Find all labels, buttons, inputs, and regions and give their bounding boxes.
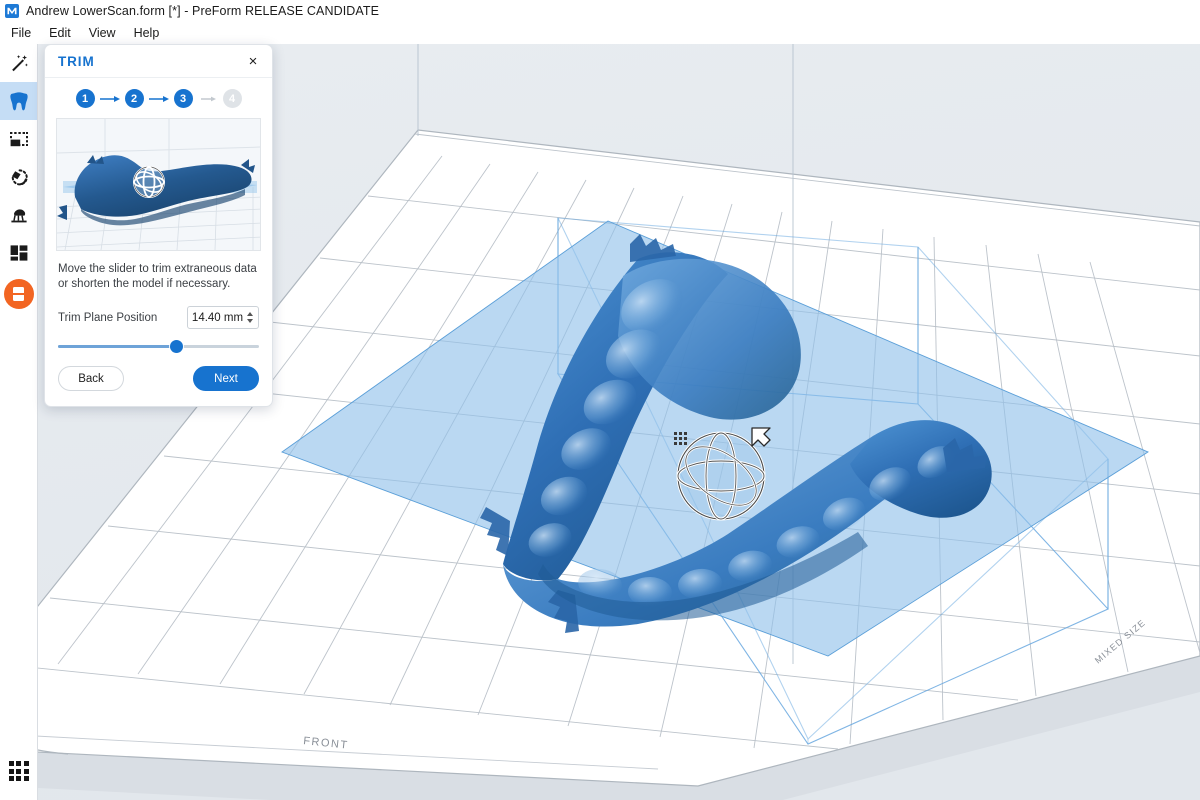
slider-knob[interactable] bbox=[170, 340, 183, 353]
step-3[interactable]: 3 bbox=[174, 89, 193, 108]
step-2[interactable]: 2 bbox=[125, 89, 144, 108]
preform-window: Andrew LowerScan.form [*] - PreForm RELE… bbox=[0, 0, 1200, 800]
menu-file[interactable]: File bbox=[2, 24, 40, 42]
step-indicator: 1 2 3 4 bbox=[45, 78, 272, 116]
layout-grid-icon[interactable] bbox=[0, 234, 37, 272]
menu-bar: File Edit View Help bbox=[0, 22, 1200, 44]
trim-plane-position-stepper[interactable]: 14.40 mm bbox=[187, 306, 259, 329]
trim-plane-position-label: Trim Plane Position bbox=[58, 312, 187, 324]
close-icon[interactable]: × bbox=[244, 52, 262, 70]
menu-help[interactable]: Help bbox=[125, 24, 169, 42]
step-1[interactable]: 1 bbox=[76, 89, 95, 108]
step-4[interactable]: 4 bbox=[223, 89, 242, 108]
panel-actions: Back Next bbox=[45, 349, 272, 406]
trim-plane-slider[interactable] bbox=[45, 329, 272, 349]
trim-panel-header: TRIM × bbox=[45, 45, 272, 78]
printer-glyph bbox=[13, 287, 24, 301]
stepper-down-icon[interactable] bbox=[247, 319, 253, 323]
window-title: Andrew LowerScan.form [*] - PreForm RELE… bbox=[26, 4, 379, 18]
menu-edit[interactable]: Edit bbox=[40, 24, 80, 42]
trim-preview-thumbnail bbox=[56, 118, 261, 251]
step-arrow-2 bbox=[144, 95, 174, 103]
supports-icon[interactable] bbox=[0, 196, 37, 234]
app-grid-icon[interactable] bbox=[0, 752, 37, 790]
tooth-icon[interactable] bbox=[0, 82, 37, 120]
title-bar: Andrew LowerScan.form [*] - PreForm RELE… bbox=[0, 0, 1200, 22]
print-job-icon[interactable] bbox=[0, 272, 37, 316]
arrow-cursor bbox=[752, 428, 770, 446]
trim-panel: TRIM × 1 2 3 bbox=[44, 44, 273, 407]
stepper-arrows bbox=[247, 312, 255, 323]
menu-view[interactable]: View bbox=[80, 24, 125, 42]
selection-marquee-icon[interactable] bbox=[0, 120, 37, 158]
formlabs-logo-icon bbox=[5, 4, 19, 18]
app-grid-dots bbox=[9, 761, 29, 781]
back-button[interactable]: Back bbox=[58, 366, 124, 391]
step-arrow-3 bbox=[193, 95, 223, 103]
trim-plane-position-row: Trim Plane Position 14.40 mm bbox=[45, 292, 272, 329]
step-arrow-1 bbox=[95, 95, 125, 103]
stepper-up-icon[interactable] bbox=[247, 312, 253, 316]
move-handle-icon bbox=[674, 432, 687, 445]
next-button[interactable]: Next bbox=[193, 366, 259, 391]
slider-track-fill bbox=[58, 345, 177, 348]
orientation-rotate-icon[interactable] bbox=[0, 158, 37, 196]
print-job-badge bbox=[4, 279, 34, 309]
trim-instructions: Move the slider to trim extraneous data … bbox=[45, 251, 272, 292]
trim-panel-title: TRIM bbox=[58, 54, 244, 69]
left-toolbar bbox=[0, 44, 38, 800]
trim-plane-position-value[interactable]: 14.40 mm bbox=[188, 312, 247, 324]
magic-wand-icon[interactable] bbox=[0, 44, 37, 82]
